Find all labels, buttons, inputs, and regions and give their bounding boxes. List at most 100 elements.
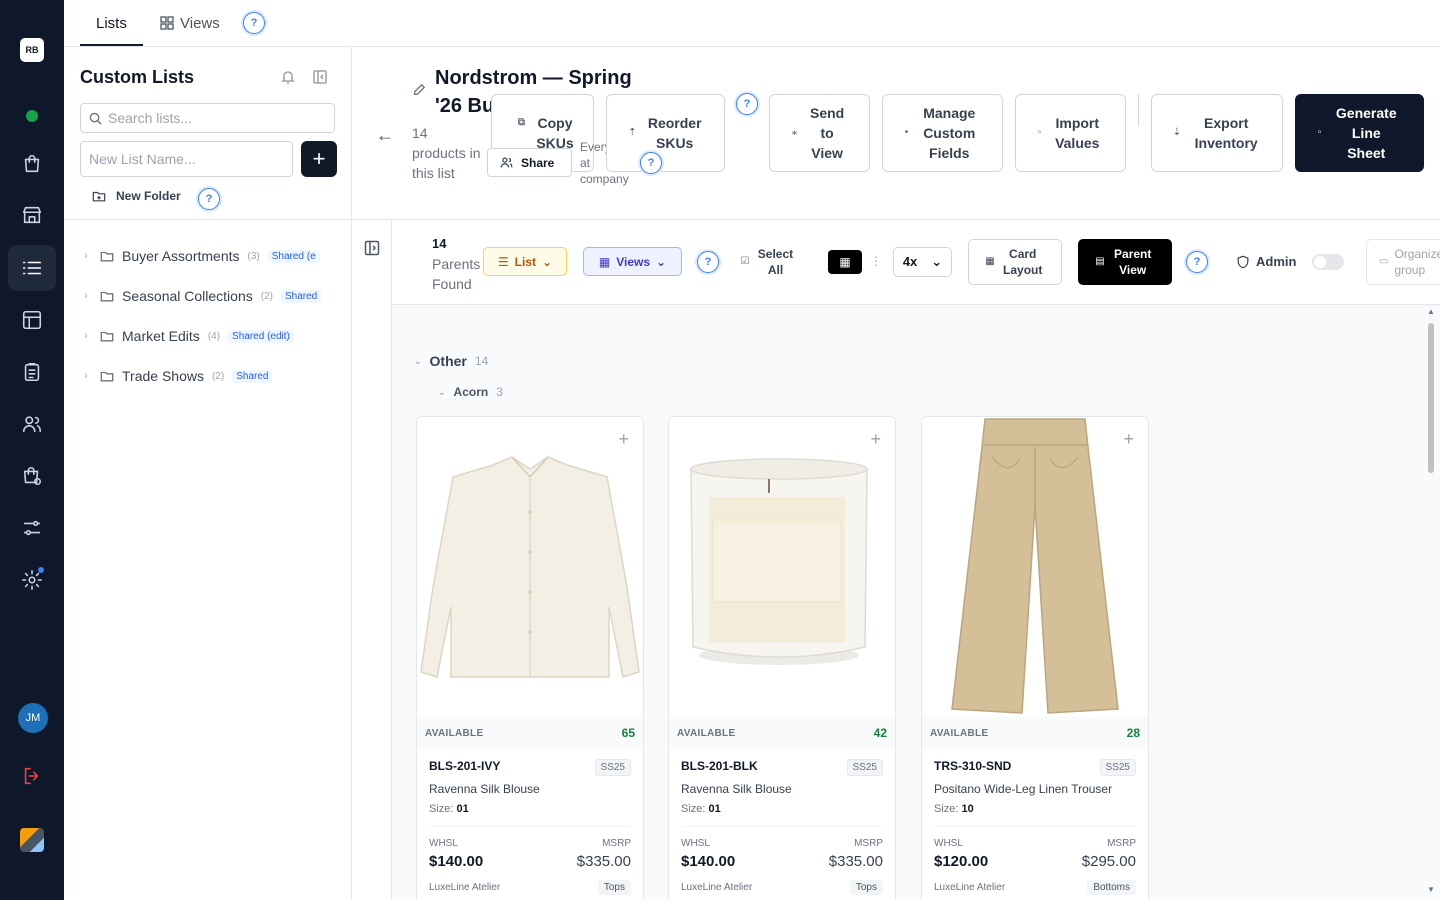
availability-row: AVAILABLE 28 (922, 717, 1148, 749)
button-label: Parent View (1114, 247, 1152, 277)
more-dots-icon[interactable]: ⋮ (870, 254, 882, 268)
admin-switch[interactable] (1312, 254, 1345, 270)
store-icon[interactable] (8, 192, 56, 238)
list-icon[interactable] (8, 245, 56, 291)
product-card[interactable]: + AVAILABLE 42 BLS-201-BLK SS25 Ravenna … (668, 416, 896, 900)
upload-icon: ⇡ (628, 127, 637, 138)
folder-icon (100, 291, 114, 302)
workspace-logo[interactable]: RB (20, 38, 44, 62)
tab-views[interactable]: Views (160, 0, 220, 46)
product-image-trouser: + (922, 417, 1148, 717)
product-sku: TRS-310-SND (934, 759, 1012, 773)
category-badge: Bottoms (1087, 880, 1136, 895)
bell-icon[interactable] (280, 69, 298, 87)
folder-item[interactable]: › Buyer Assortments (3) Shared (e (84, 246, 320, 266)
help-icon[interactable]: ? (697, 251, 719, 273)
filters-panel-toggle (352, 220, 392, 900)
sliders-icon[interactable] (8, 505, 56, 551)
avatar[interactable]: JM (18, 703, 48, 733)
shopping-bag-icon[interactable] (8, 141, 56, 187)
views-dropdown[interactable]: ▦ Views ⌄ (583, 247, 682, 276)
parent-view-button[interactable]: ▤ Parent View (1078, 239, 1172, 285)
organize-group-button[interactable]: ▭ Organize group (1366, 239, 1440, 285)
panel-expand-icon[interactable] (364, 240, 380, 256)
tabs-help[interactable]: ? (243, 0, 265, 46)
card-layout-button[interactable]: ▦ Card Layout (968, 239, 1062, 285)
scroll-down-icon[interactable]: ▼ (1427, 885, 1435, 894)
product-card[interactable]: + AVAILABLE 65 BLS-201-IVY SS25 Ravenna … (416, 416, 644, 900)
help-icon[interactable]: ? (640, 152, 662, 174)
logout-icon[interactable] (8, 753, 56, 799)
reorder-skus-button[interactable]: ⇡ Reorder SKUs (606, 94, 725, 172)
available-qty: 42 (873, 726, 887, 740)
select-all-button[interactable]: ☑ Select All (736, 247, 800, 277)
msrp-price: $295.00 (1081, 853, 1136, 870)
chevron-right-icon: › (84, 290, 88, 302)
category-badge: Tops (849, 880, 883, 895)
folder-icon (100, 331, 114, 342)
shared-badge: Shared (232, 369, 273, 383)
grid-toolbar: 14 Parents Found ☰ List ⌄ ▦ Views ⌄ ? ☑ … (392, 220, 1440, 305)
search-input[interactable] (108, 110, 308, 126)
brand-name: LuxeLine Atelier (429, 882, 501, 893)
scroll-thumb[interactable] (1428, 323, 1434, 473)
chevron-down-icon: ⌄ (414, 355, 422, 366)
collapse-sidebar-icon[interactable] (312, 69, 330, 87)
list-mode-button[interactable]: ☰ List ⌄ (483, 247, 567, 276)
tab-lists[interactable]: Lists (96, 0, 127, 46)
generate-line-sheet-button[interactable]: ▫ Generate Line Sheet (1295, 94, 1424, 172)
mascot-icon[interactable] (20, 828, 44, 852)
gear-icon[interactable] (8, 557, 56, 603)
button-label: List (514, 254, 537, 269)
button-label: Reorder SKUs (647, 115, 702, 151)
chevron-right-icon: › (84, 250, 88, 262)
scrollbar[interactable]: ▲ ▼ (1426, 307, 1436, 894)
whsl-label: WHSL (681, 838, 710, 849)
add-to-list-icon[interactable]: + (870, 429, 881, 450)
export-inventory-button[interactable]: ⇣ Export Inventory (1151, 94, 1283, 172)
admin-toggle[interactable]: Admin (1236, 250, 1345, 274)
back-arrow-icon[interactable]: ← (376, 125, 394, 146)
new-folder-button[interactable]: New Folder (92, 189, 181, 203)
divider (64, 219, 351, 220)
scroll-up-icon[interactable]: ▲ (1427, 307, 1435, 316)
zoom-select[interactable]: 4x ⌄ (893, 247, 952, 277)
grid-view-toggle[interactable]: ▦ (828, 250, 862, 274)
add-list-button[interactable]: + (301, 141, 337, 177)
help-icon[interactable]: ? (198, 188, 220, 210)
subgroup-count: 3 (496, 385, 503, 399)
folder-item[interactable]: › Seasonal Collections (2) Shared (84, 286, 322, 306)
divider (429, 826, 631, 827)
copy-icon: ⧉ (517, 117, 525, 128)
clipboard-icon[interactable] (8, 349, 56, 395)
bag-settings-icon[interactable] (8, 453, 56, 499)
folder-count: (3) (247, 250, 260, 262)
manage-custom-fields-button[interactable]: • Manage Custom Fields (882, 94, 1003, 172)
help-icon[interactable]: ? (736, 93, 758, 115)
product-size: Size: 10 (934, 803, 974, 815)
share-button[interactable]: Share (487, 148, 572, 177)
subgroup-header[interactable]: ⌄ Acorn 3 (438, 385, 503, 399)
new-list-input[interactable] (89, 151, 289, 167)
folder-name: Buyer Assortments (122, 248, 240, 264)
folder-item[interactable]: › Trade Shows (2) Shared (84, 366, 273, 386)
import-values-button[interactable]: ▫ Import Values (1015, 94, 1126, 172)
brand-name: LuxeLine Atelier (934, 882, 1006, 893)
add-to-list-icon[interactable]: + (1123, 429, 1134, 450)
help-icon[interactable]: ? (1186, 251, 1208, 273)
product-card[interactable]: + AVAILABLE 28 TRS-310-SND SS25 Positano… (921, 416, 1149, 900)
top-tabs: Lists Views ? (64, 0, 1440, 47)
grid-icon: ▦ (985, 256, 995, 267)
folder-count: (4) (207, 330, 221, 342)
product-name: Positano Wide-Leg Linen Trouser (934, 782, 1113, 796)
folder-item[interactable]: › Market Edits (4) Shared (edit) (84, 326, 294, 346)
send-to-view-button[interactable]: ⁎ Send to View (769, 94, 870, 172)
edit-pencil-icon[interactable] (412, 83, 426, 102)
users-icon[interactable] (8, 401, 56, 447)
nav-rail: RB JM (0, 0, 64, 900)
group-header[interactable]: ⌄ Other 14 (414, 353, 488, 369)
availability-row: AVAILABLE 42 (669, 717, 895, 749)
add-to-list-icon[interactable]: + (618, 429, 629, 450)
product-name: Ravenna Silk Blouse (681, 782, 792, 796)
layout-icon[interactable] (8, 297, 56, 343)
